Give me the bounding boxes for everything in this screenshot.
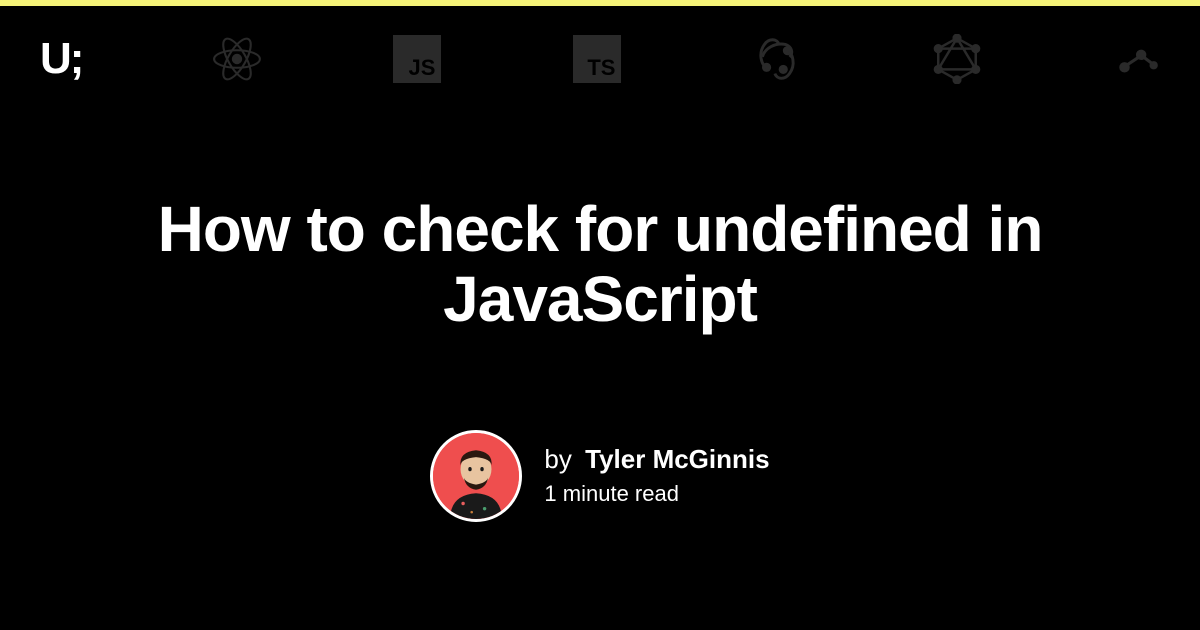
- byline-text: by Tyler McGinnis 1 minute read: [544, 444, 769, 507]
- author-avatar: [430, 430, 522, 522]
- top-nav: U; JS TS: [0, 6, 1200, 84]
- react-query-icon[interactable]: [1112, 34, 1162, 84]
- javascript-icon[interactable]: JS: [392, 34, 442, 84]
- graphql-icon[interactable]: [932, 34, 982, 84]
- article-title: How to check for undefined in JavaScript: [0, 194, 1200, 335]
- redux-icon[interactable]: [752, 34, 802, 84]
- site-logo[interactable]: U;: [40, 37, 82, 81]
- nav-icon-row: JS TS: [212, 34, 1162, 84]
- typescript-icon[interactable]: TS: [572, 34, 622, 84]
- author-name: Tyler McGinnis: [585, 444, 769, 474]
- byline-prefix: by: [544, 444, 571, 474]
- byline-author-line: by Tyler McGinnis: [544, 444, 769, 475]
- byline: by Tyler McGinnis 1 minute read: [0, 430, 1200, 522]
- react-icon[interactable]: [212, 34, 262, 84]
- read-time: 1 minute read: [544, 481, 769, 507]
